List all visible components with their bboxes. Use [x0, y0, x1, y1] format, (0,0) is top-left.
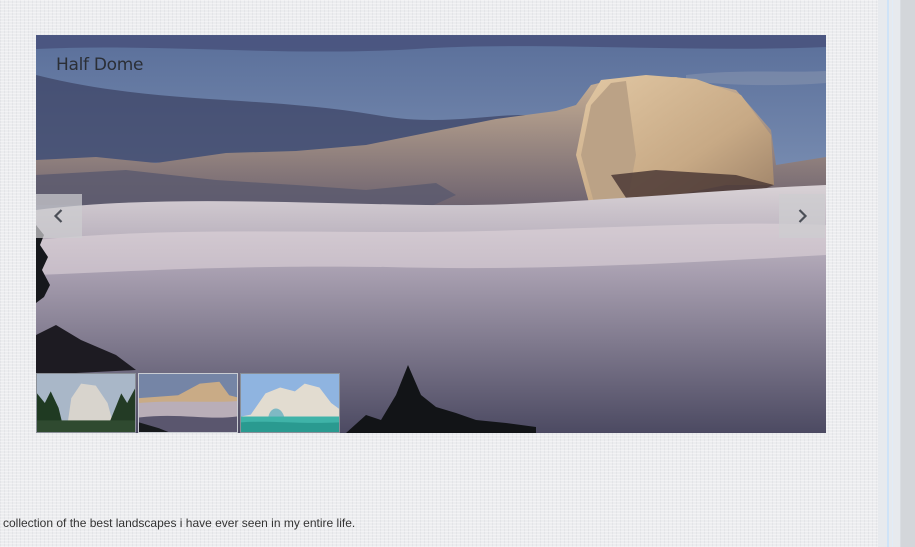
thumbnail-sea-arch[interactable]: [240, 373, 340, 433]
thumbnail-image: [241, 374, 339, 432]
thumbnail-image: [37, 374, 135, 432]
previous-slide-button[interactable]: [36, 194, 82, 238]
image-slider: Half Dome: [36, 35, 826, 433]
scrollbar-thumb[interactable]: [901, 0, 915, 547]
thumbnail-image: [139, 374, 237, 432]
chevron-left-icon: [53, 209, 63, 223]
thumbnail-el-capitan[interactable]: [36, 373, 136, 433]
gallery-description: collection of the best landscapes i have…: [3, 516, 356, 530]
slide-caption: Half Dome: [56, 55, 144, 75]
thumbnail-strip: [36, 373, 342, 433]
page-border-line: [892, 0, 893, 547]
chevron-right-icon: [798, 209, 808, 223]
thumbnail-half-dome[interactable]: [138, 373, 238, 433]
page-right-border: [878, 0, 915, 547]
next-slide-button[interactable]: [779, 194, 825, 238]
page-border-line: [887, 0, 889, 547]
